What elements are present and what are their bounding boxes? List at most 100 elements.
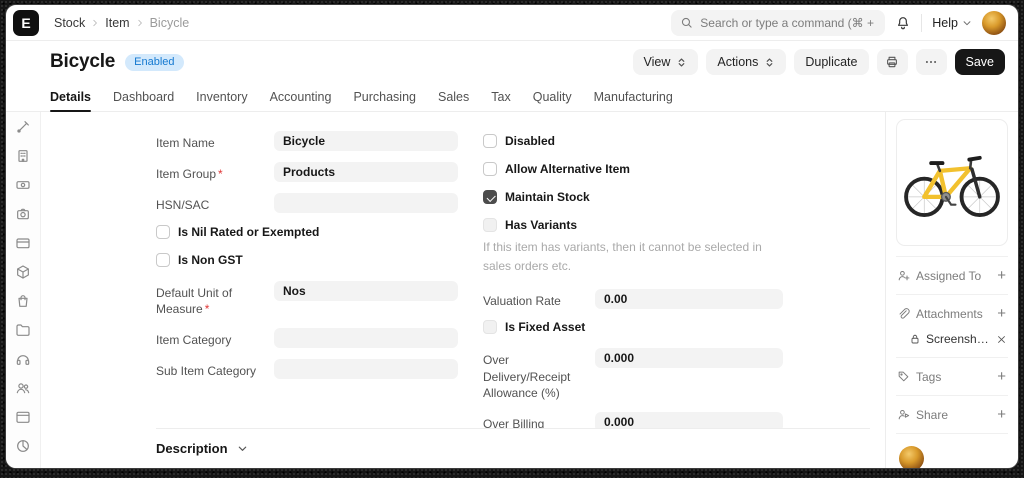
breadcrumb-item-stock[interactable]: Stock — [54, 16, 85, 30]
is-non-gst-checkbox[interactable] — [156, 253, 170, 267]
add-tags-button[interactable]: + — [996, 369, 1007, 384]
hsn-sac-label: HSN/SAC — [156, 193, 274, 213]
view-label: View — [644, 55, 671, 69]
attachment-row: Screenshot ... — [896, 332, 1008, 357]
tab-dashboard[interactable]: Dashboard — [113, 83, 174, 111]
over-billing-allowance-input[interactable]: 0.000 — [595, 412, 783, 428]
hammer-icon — [15, 467, 31, 468]
is-fixed-asset-label: Is Fixed Asset — [505, 320, 585, 334]
shopping-bag-icon — [15, 293, 31, 309]
field-has-variants: Has Variants — [483, 218, 783, 232]
tools-icon — [15, 119, 31, 135]
chevron-right-icon — [90, 18, 100, 28]
navbar: E StockItemBicycle Search or type a comm… — [6, 5, 1018, 41]
disabled-checkbox[interactable] — [483, 134, 497, 148]
maintain-stock-checkbox[interactable] — [483, 190, 497, 204]
over-delivery-receipt-allowance-input[interactable]: 0.000 — [595, 348, 783, 368]
section-share-row: Share + — [896, 396, 1008, 433]
sidebar-headphones-icon[interactable] — [15, 351, 31, 367]
default-unit-of-measure-input[interactable]: Nos — [274, 281, 458, 301]
bell-icon — [895, 15, 911, 31]
sidebar-users-icon[interactable] — [15, 380, 31, 396]
notifications-button[interactable] — [895, 15, 911, 31]
save-button[interactable]: Save — [955, 49, 1006, 75]
sidebar-shopping-bag-icon[interactable] — [15, 293, 31, 309]
item-category-input[interactable] — [274, 328, 458, 348]
add-share-button[interactable]: + — [996, 407, 1007, 422]
user-avatar[interactable] — [982, 11, 1006, 35]
field-over-delivery-receipt-allowance: Over Delivery/Receipt Allowance (%) 0.00… — [483, 348, 783, 401]
allow-alternative-item-checkbox[interactable] — [483, 162, 497, 176]
valuation-rate-label: Valuation Rate — [483, 289, 595, 309]
duplicate-button[interactable]: Duplicate — [794, 49, 868, 75]
item-group-input[interactable]: Products — [274, 162, 458, 182]
breadcrumb-separator — [135, 18, 145, 28]
share-user-icon — [897, 408, 910, 421]
print-button[interactable] — [877, 49, 908, 75]
paperclip-icon — [897, 307, 910, 320]
tab-manufacturing[interactable]: Manufacturing — [594, 83, 673, 111]
add-attachments-button[interactable]: + — [996, 306, 1007, 321]
form-column-left: Item Name Bicycle Item Group* Products H… — [156, 131, 458, 428]
actions-button[interactable]: Actions — [706, 49, 786, 75]
help-menu[interactable]: Help — [932, 16, 972, 30]
sidebar-camera-icon[interactable] — [15, 206, 31, 222]
more-options-button[interactable] — [916, 49, 947, 75]
view-button[interactable]: View — [633, 49, 699, 75]
field-over-billing-allowance: Over Billing Allowance (%) 0.000 — [483, 412, 783, 428]
tab-accounting[interactable]: Accounting — [270, 83, 332, 111]
valuation-rate-input[interactable]: 0.00 — [595, 289, 783, 309]
sidebar-browser-icon[interactable] — [15, 409, 31, 425]
tab-details[interactable]: Details — [50, 83, 91, 111]
is-fixed-asset-checkbox — [483, 320, 497, 334]
sidebar-pie-chart-icon[interactable] — [15, 438, 31, 454]
attachment-name[interactable]: Screenshot ... — [926, 332, 991, 346]
info-sidebar: Assigned To + Attachments + Screenshot .… — [885, 112, 1018, 468]
bicycle-image — [900, 142, 1004, 224]
users-icon — [15, 380, 31, 396]
has-variants-checkbox — [483, 218, 497, 232]
sidebar-wallet-icon[interactable] — [15, 235, 31, 251]
description-section-toggle[interactable]: Description — [156, 428, 870, 468]
section-attachments: Attachments + Screenshot ... — [896, 294, 1008, 357]
sidebar-building-icon[interactable] — [15, 148, 31, 164]
sidebar-folder-icon[interactable] — [15, 322, 31, 338]
sidebar-hammer-icon[interactable] — [15, 467, 31, 468]
search-input[interactable]: Search or type a command (⌘ + G) — [671, 10, 885, 36]
sidebar-banknote-icon[interactable] — [15, 177, 31, 193]
remove-attachment-button[interactable] — [996, 334, 1007, 345]
field-valuation-rate: Valuation Rate 0.00 — [483, 289, 783, 309]
printer-icon — [885, 55, 899, 69]
is-non-gst-label: Is Non GST — [178, 253, 243, 267]
tab-tax[interactable]: Tax — [491, 83, 510, 111]
has-variants-help-text: If this item has variants, then it canno… — [483, 238, 783, 275]
viewer-section — [896, 433, 1008, 468]
tab-quality[interactable]: Quality — [533, 83, 572, 111]
is-nil-rated-or-exempted-checkbox[interactable] — [156, 225, 170, 239]
content: Item Name Bicycle Item Group* Products H… — [6, 112, 1018, 468]
paperclip-icon — [897, 307, 910, 320]
item-image[interactable] — [896, 119, 1008, 246]
sidebar-package-icon[interactable] — [15, 264, 31, 280]
tag-icon — [897, 370, 910, 383]
tab-sales[interactable]: Sales — [438, 83, 469, 111]
chevron-down-icon — [962, 18, 972, 28]
sidebar-tools-icon[interactable] — [15, 119, 31, 135]
tab-purchasing[interactable]: Purchasing — [353, 83, 416, 111]
item-name-input[interactable]: Bicycle — [274, 131, 458, 151]
section-assigned-to-row: Assigned To + — [896, 257, 1008, 294]
field-is-fixed-asset: Is Fixed Asset — [483, 320, 783, 334]
item-group-label: Item Group* — [156, 162, 274, 182]
description-section-label: Description — [156, 441, 228, 456]
tag-icon — [897, 370, 910, 383]
default-unit-of-measure-label: Default Unit of Measure* — [156, 281, 274, 317]
hsn-sac-input[interactable] — [274, 193, 458, 213]
viewer-avatar[interactable] — [899, 446, 924, 468]
app-window: E Stock Item Bicycle Search or type a comm… — [5, 4, 1019, 469]
tab-inventory[interactable]: Inventory — [196, 83, 247, 111]
breadcrumb-item-item[interactable]: Item — [105, 16, 129, 30]
add-assigned-to-button[interactable]: + — [996, 268, 1007, 283]
app-logo[interactable]: E — [13, 10, 39, 36]
sub-item-category-input[interactable] — [274, 359, 458, 379]
assigned-to-label: Assigned To — [916, 269, 981, 283]
